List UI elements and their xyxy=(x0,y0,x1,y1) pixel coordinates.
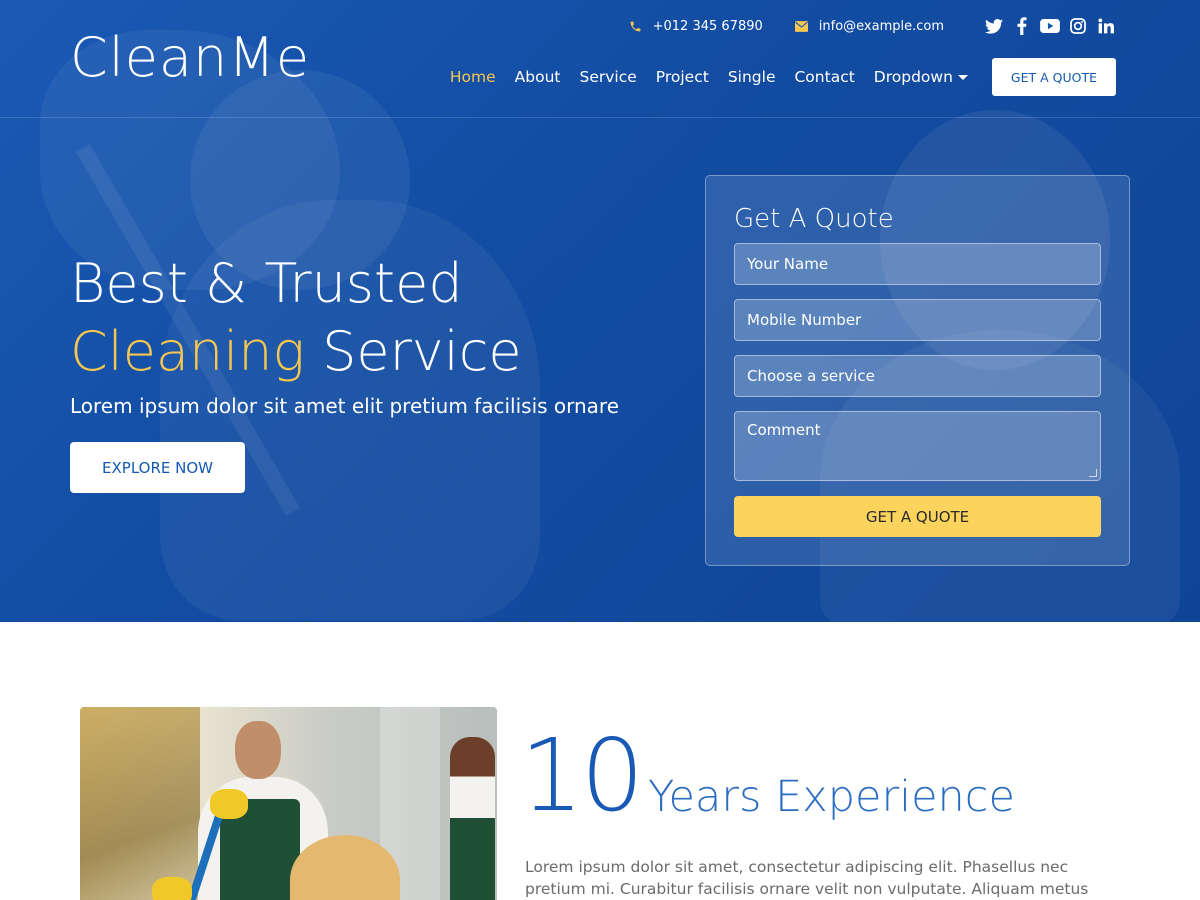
experience-years: 10 xyxy=(520,717,644,834)
instagram-icon[interactable] xyxy=(1068,16,1088,36)
hero-title-highlight: Cleaning xyxy=(70,320,305,383)
caret-down-icon xyxy=(957,74,968,80)
quote-form: Get A Quote Your Name Mobile Number Choo… xyxy=(705,175,1130,566)
name-input[interactable]: Your Name xyxy=(734,243,1101,285)
contact-bar: +012 345 67890 info@example.com xyxy=(629,16,1116,36)
envelope-icon xyxy=(795,19,809,33)
phone-icon xyxy=(629,19,643,33)
hero-title-rest: Service xyxy=(322,320,522,383)
nav-dropdown-label: Dropdown xyxy=(873,68,953,86)
linkedin-icon[interactable] xyxy=(1096,16,1116,36)
nav-item-dropdown[interactable]: Dropdown xyxy=(874,68,968,86)
youtube-icon[interactable] xyxy=(1040,16,1060,36)
email-address: info@example.com xyxy=(818,18,944,34)
get-quote-submit-button[interactable]: GET A QUOTE xyxy=(734,496,1101,537)
main-nav: Home About Service Project Single Contac… xyxy=(450,58,1116,96)
mobile-input[interactable]: Mobile Number xyxy=(734,299,1101,341)
hero-subtitle: Lorem ipsum dolor sit amet elit pretium … xyxy=(70,394,620,418)
hero-title-line1: Best & Trusted xyxy=(70,252,463,315)
site-logo[interactable]: CleanMe xyxy=(70,26,310,89)
phone-contact[interactable]: +012 345 67890 xyxy=(629,19,763,34)
nav-item-service[interactable]: Service xyxy=(579,68,636,86)
nav-item-project[interactable]: Project xyxy=(656,68,709,86)
twitter-icon[interactable] xyxy=(984,16,1004,36)
nav-item-single[interactable]: Single xyxy=(728,68,776,86)
experience-label: Years Experience xyxy=(648,772,1015,822)
hero-title: Best & Trusted Cleaning Service xyxy=(70,250,522,386)
email-contact[interactable]: info@example.com xyxy=(795,19,944,34)
social-links xyxy=(976,16,1116,36)
facebook-icon[interactable] xyxy=(1012,16,1032,36)
comment-textarea[interactable]: Comment xyxy=(734,411,1101,481)
nav-item-contact[interactable]: Contact xyxy=(794,68,854,86)
service-select[interactable]: Choose a service xyxy=(734,355,1101,397)
comment-placeholder: Comment xyxy=(747,421,821,439)
quote-form-title: Get A Quote xyxy=(734,204,894,234)
nav-item-about[interactable]: About xyxy=(515,68,561,86)
explore-now-button[interactable]: EXPLORE NOW xyxy=(70,442,245,493)
phone-number: +012 345 67890 xyxy=(652,18,763,34)
about-image xyxy=(80,707,497,900)
nav-item-home[interactable]: Home xyxy=(450,68,496,86)
get-quote-header-button[interactable]: GET A QUOTE xyxy=(991,58,1116,96)
site-header: CleanMe +012 345 67890 info@example.com xyxy=(0,0,1200,118)
about-text: Lorem ipsum dolor sit amet, consectetur … xyxy=(525,858,1089,898)
hero-section: CleanMe +012 345 67890 info@example.com xyxy=(0,0,1200,622)
resize-handle-icon[interactable] xyxy=(1089,469,1097,477)
